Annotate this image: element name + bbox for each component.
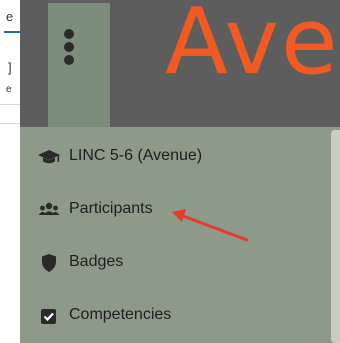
- page-edge-fragment: e: [6, 9, 14, 24]
- nav-item-competencies[interactable]: Competencies: [20, 296, 320, 336]
- nav-item-label: Participants: [69, 200, 153, 217]
- nav-item-label: LINC 5-6 (Avenue): [69, 147, 203, 164]
- menu-toggle-button[interactable]: [48, 3, 110, 127]
- page-edge-active-tab-line: [4, 31, 20, 33]
- checkbox-icon: [38, 306, 60, 326]
- nav-item-badges[interactable]: Badges: [20, 243, 320, 283]
- shield-icon: [38, 253, 60, 273]
- nav-item-course-home[interactable]: LINC 5-6 (Avenue): [20, 137, 320, 177]
- page-edge: e ] e: [0, 0, 20, 343]
- header-bar: Ave: [20, 0, 340, 127]
- drawer-scrollbar[interactable]: [331, 130, 340, 343]
- brand-logo[interactable]: Ave: [165, 0, 340, 95]
- users-icon: [38, 200, 60, 220]
- kebab-menu-icon: [54, 29, 84, 69]
- page-edge-fragment: e: [6, 84, 12, 95]
- graduation-cap-icon: [38, 147, 60, 167]
- nav-item-participants[interactable]: Participants: [20, 190, 320, 230]
- nav-item-label: Competencies: [69, 306, 172, 323]
- nav-item-label: Badges: [69, 253, 124, 270]
- page-edge-divider: [0, 104, 20, 105]
- nav-drawer: LINC 5-6 (Avenue) Participants Badges Co…: [20, 127, 340, 343]
- page-edge-fragment: ]: [8, 60, 12, 75]
- page-edge-divider: [0, 123, 20, 124]
